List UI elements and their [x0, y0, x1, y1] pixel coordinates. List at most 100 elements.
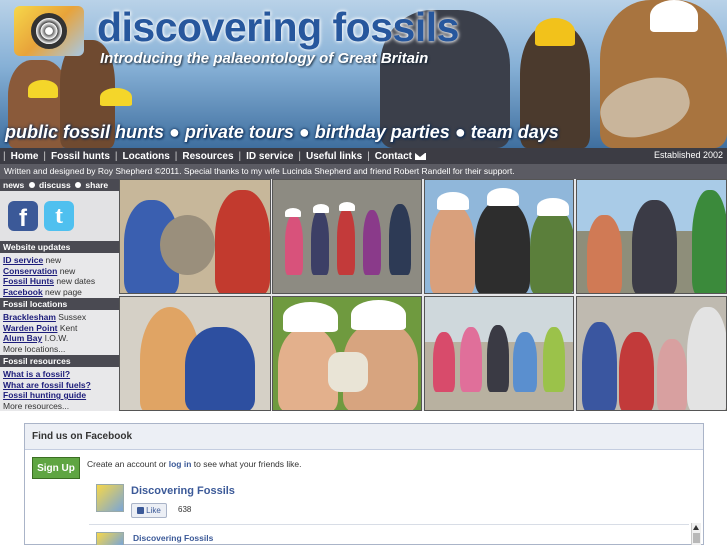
list-item: Alum Bay I.O.W. [3, 333, 116, 344]
sidebar-link-alum-bay[interactable]: Alum Bay [3, 333, 42, 343]
facebook-page-panel: Discovering Fossils Like 638 Discovering… [89, 479, 704, 545]
nav-resources[interactable]: Resources [182, 151, 233, 162]
social-header-discuss: discuss [39, 180, 71, 190]
sidebar-link-fossil-fuels[interactable]: What are fossil fuels? [3, 380, 91, 390]
site-logo[interactable] [14, 6, 84, 56]
gallery-photo[interactable] [119, 179, 271, 294]
site-subtitle: Introducing the palaeontology of Great B… [100, 50, 429, 67]
item-note: new page [42, 286, 82, 297]
nav-separator: | [174, 150, 178, 162]
bullet-icon [28, 182, 35, 188]
sidebar-section-title: Fossil resources [0, 355, 119, 367]
sidebar-link-conservation[interactable]: Conservation [3, 266, 57, 276]
list-item: Warden Point Kent [3, 323, 116, 334]
nav-fossil-hunts[interactable]: Fossil hunts [51, 151, 110, 162]
list-item: Conservation new [3, 266, 116, 277]
item-note: Sussex [55, 312, 87, 322]
mail-icon[interactable] [414, 152, 426, 160]
fossil-resources-list: What is a fossil? What are fossil fuels?… [0, 367, 119, 412]
facebook-page-name[interactable]: Discovering Fossils [131, 485, 235, 497]
feed-thumbnail[interactable] [96, 532, 124, 545]
list-item: What is a fossil? [3, 369, 116, 380]
sidebar-link-bracklesham[interactable]: Bracklesham [3, 312, 56, 322]
nav-separator: | [298, 150, 301, 162]
nav-separator: | [43, 150, 47, 162]
sidebar-section-title: Website updates [0, 241, 119, 253]
feed-post-author[interactable]: Discovering Fossils [133, 533, 213, 543]
page: discovering fossils Introducing the pala… [0, 0, 727, 545]
facebook-like-box: Find us on Facebook Sign Up Create an ac… [24, 423, 704, 545]
gallery-photo[interactable] [576, 179, 727, 294]
thumbs-up-icon [137, 507, 145, 514]
list-item: Facebook new page [3, 287, 116, 298]
more-resources-link[interactable]: More resources... [3, 401, 116, 412]
like-label: Like [146, 506, 161, 515]
feed-scrollbar[interactable] [691, 523, 701, 545]
established-note: Established 2002 [653, 150, 723, 160]
gallery-photo[interactable] [272, 296, 422, 411]
facebook-icon[interactable]: f [8, 201, 38, 231]
social-icons: f t [0, 191, 119, 241]
prompt-text: to see what your friends like. [191, 459, 302, 469]
social-header: news discuss share [0, 179, 119, 191]
item-note: new [43, 255, 62, 265]
scroll-up-icon[interactable] [693, 525, 699, 530]
gallery-photo[interactable] [576, 296, 727, 411]
twitter-icon[interactable]: t [44, 201, 74, 231]
site-tagline: public fossil hunts ● private tours ● bi… [5, 122, 559, 142]
banner-photo-helmet [100, 88, 132, 106]
list-item: ID service new [3, 255, 116, 266]
login-link[interactable]: log in [169, 459, 192, 469]
sidebar-link-warden-point[interactable]: Warden Point [3, 323, 57, 333]
prompt-text: Create an account or [87, 459, 169, 469]
photo-gallery [119, 179, 727, 411]
gallery-photo[interactable] [119, 296, 271, 411]
banner-photo-helmet [535, 18, 575, 46]
credits-bar: Written and designed by Roy Shepherd ©20… [0, 164, 727, 179]
list-item: What are fossil fuels? [3, 380, 116, 391]
facebook-box-title: Find us on Facebook [25, 424, 703, 450]
website-updates-list: ID service new Conservation new Fossil H… [0, 253, 119, 298]
item-note: Kent [57, 322, 78, 333]
banner-photo-helmet [650, 0, 698, 32]
sidebar-link-hunting-guide[interactable]: Fossil hunting guide [3, 390, 86, 400]
item-note: new [57, 265, 76, 276]
sidebar-link-fossil-hunts[interactable]: Fossil Hunts [3, 276, 54, 286]
nav-id-service[interactable]: ID service [246, 151, 293, 162]
sidebar-link-what-is-fossil[interactable]: What is a fossil? [3, 369, 70, 379]
more-locations-link[interactable]: More locations... [3, 344, 116, 355]
bullet-icon [75, 182, 82, 188]
scroll-thumb[interactable] [693, 533, 700, 543]
nav-separator: | [367, 150, 370, 162]
nav-useful-links[interactable]: Useful links [306, 151, 362, 162]
social-header-share: share [85, 180, 109, 190]
sidebar-link-id-service[interactable]: ID service [3, 255, 43, 265]
nav-separator: | [238, 150, 242, 162]
like-button[interactable]: Like [131, 503, 167, 518]
list-item: Fossil Hunts new dates [3, 276, 116, 287]
page-thumbnail[interactable] [96, 484, 124, 512]
site-title: discovering fossils [97, 4, 459, 50]
facebook-prompt: Create an account or log in to see what … [87, 459, 302, 469]
divider [89, 524, 689, 525]
banner-photo-helmet [28, 80, 58, 98]
gallery-photo[interactable] [272, 179, 422, 294]
like-count: 638 [178, 505, 192, 514]
sign-up-button[interactable]: Sign Up [32, 457, 80, 479]
gallery-photo[interactable] [424, 179, 574, 294]
fossil-locations-list: Bracklesham Sussex Warden Point Kent Alu… [0, 310, 119, 355]
nav-home[interactable]: Home [11, 151, 39, 162]
sidebar-section-title: Fossil locations [0, 298, 119, 310]
nav-separator: | [114, 150, 118, 162]
list-item: Bracklesham Sussex [3, 312, 116, 323]
nav-contact[interactable]: Contact [375, 151, 412, 162]
social-header-news: news [3, 180, 25, 190]
sidebar-link-facebook[interactable]: Facebook [3, 287, 43, 297]
item-note: new dates [54, 276, 96, 286]
list-item: Fossil hunting guide [3, 390, 116, 401]
gallery-photo[interactable] [424, 296, 574, 411]
header-banner: discovering fossils Introducing the pala… [0, 0, 727, 148]
nav-locations[interactable]: Locations [123, 151, 170, 162]
main-nav: | Home | Fossil hunts | Locations | Reso… [0, 148, 727, 164]
sidebar: news discuss share f t Website updates I… [0, 179, 119, 411]
